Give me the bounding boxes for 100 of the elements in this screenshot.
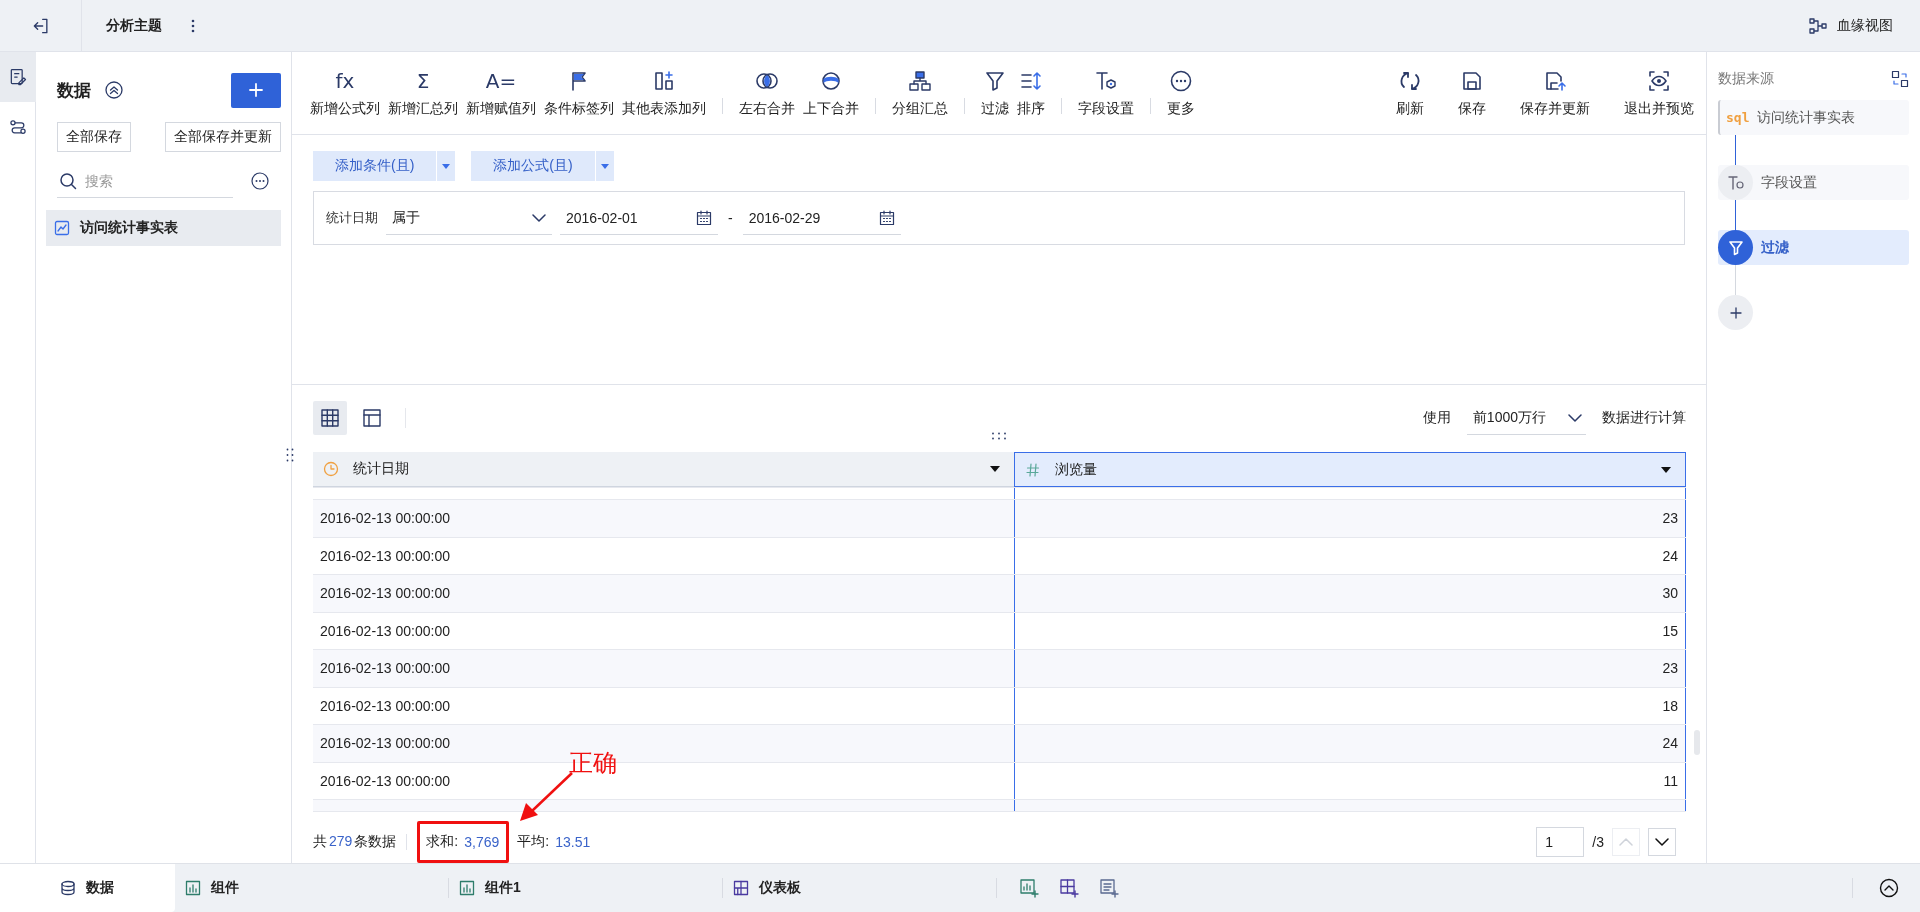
more-icon [251,172,269,190]
bar-chart-icon [185,880,201,896]
drag-handle-icon [992,432,1006,440]
step-item[interactable]: sql 访问统计事实表 [1718,100,1909,135]
table-cell: 30 [1662,585,1678,602]
rail-tab[interactable] [0,52,36,102]
double-chevron-up-icon [105,81,123,99]
toolbar-button[interactable]: 其他表添加列 [618,68,710,118]
toolbar-button[interactable]: 刷新 [1392,68,1428,118]
chevron-down-icon [1655,838,1669,846]
step-item[interactable]: 字段设置 [1718,165,1909,200]
save-all-button[interactable]: 全部保存 [57,122,131,152]
scrollbar-thumb[interactable] [1694,730,1700,755]
toolbar-button[interactable]: 过滤 [977,68,1013,118]
add-button[interactable] [231,72,281,108]
panel-title: 数据来源 [1718,70,1774,88]
table-cell: 11 [1663,772,1678,789]
preview-eye-icon [1647,68,1671,93]
table-list-item[interactable]: 访问统计事实表 [46,210,281,246]
panel-title: 数据 [57,79,91,102]
table-cell: 24 [1662,547,1678,564]
column-header[interactable]: 统计日期 [313,452,1014,487]
search-field[interactable]: 搜索 [85,172,231,189]
toolbar-button[interactable]: 退出并预览 [1620,68,1698,118]
more-icon [1169,68,1193,93]
columns-plus-icon [652,68,676,93]
more-button[interactable] [251,172,269,190]
add-report-button[interactable] [1099,878,1119,898]
page-input[interactable]: 1 [1536,827,1585,857]
dropdown-button[interactable] [437,151,456,181]
add-dashboard-button[interactable] [1059,878,1079,898]
row-limit-label: 数据进行计算 [1602,409,1686,427]
swap-icon [1891,70,1909,88]
lineage-icon [1809,17,1827,34]
table-cell: 2016-02-13 00:00:00 [320,697,450,714]
toolbar-button[interactable]: 保存 [1454,68,1490,118]
bottom-tab[interactable]: 组件 [175,864,449,912]
collapse-button[interactable] [105,81,123,99]
table-cell: 2016-02-13 00:00:00 [320,510,450,527]
row-limit-select[interactable]: 前1000万行 [1466,401,1586,435]
bottom-tab[interactable]: 数据 [0,864,175,912]
hierarchy-icon [908,68,932,93]
database-icon [60,880,76,896]
toolbar-button[interactable]: Σ 新增汇总列 [384,68,462,118]
expand-button[interactable] [1879,878,1899,898]
toolbar-button[interactable]: 排序 [1013,68,1049,118]
step-item[interactable]: 过滤 [1718,230,1909,265]
table-cell: 23 [1662,660,1678,677]
toolbar-button[interactable]: 上下合并 [799,68,863,118]
toolbar-button[interactable]: A= 新增赋值列 [462,68,540,118]
table-cell: 15 [1662,622,1678,639]
switch-button[interactable] [1891,70,1909,88]
operator-select[interactable]: 属于 [386,201,552,235]
annotation-label: 正确 [569,748,617,778]
caret-icon [442,163,451,169]
grid-icon [320,408,340,428]
lineage-view-link[interactable]: 血缘视图 [1809,16,1893,35]
table-cell: 2016-02-13 00:00:00 [320,547,450,564]
page-total: /3 [1592,834,1604,850]
average-label: 平均: [517,833,550,851]
bottom-tab[interactable]: 组件1 [449,864,723,912]
chevron-down-icon [1568,413,1582,422]
annotation-arrow [518,771,574,823]
toolbar-button[interactable]: 左右合并 [735,68,799,118]
caret-icon [600,163,609,169]
dropdown-button[interactable] [595,151,614,181]
plus-icon [1729,306,1742,319]
chevron-up-circle-icon [1879,878,1899,898]
view-mode-button[interactable] [313,401,347,435]
date-field[interactable]: 2016-02-29 [748,209,879,226]
layout-icon [362,408,382,428]
add-condition-button[interactable]: 添加条件(且) [313,151,437,181]
hash-icon [1025,461,1041,478]
sum-value: 3,769 [464,834,500,850]
add-condition-button[interactable]: 添加公式(且) [471,151,595,181]
toolbar-button[interactable]: 字段设置 [1074,68,1138,118]
table-cell: 24 [1662,735,1678,752]
toolbar-button[interactable]: fx 新增公式列 [306,68,384,118]
chevron-down-icon [532,213,546,222]
date-field[interactable]: 2016-02-01 [566,209,696,226]
toolbar-button[interactable]: 保存并更新 [1516,68,1594,118]
table-cell: 18 [1662,697,1678,714]
dashboard-icon [733,880,749,896]
next-page-button[interactable] [1648,828,1676,856]
table-cell: 2016-02-13 00:00:00 [320,622,450,639]
row-count-text: 共279条数据 [313,833,397,851]
clock-icon [323,461,339,477]
toolbar-button[interactable]: 条件标签列 [540,68,618,118]
bar-chart-icon [459,880,475,896]
table-cell: 2016-02-13 00:00:00 [320,585,450,602]
save-all-button[interactable]: 全部保存并更新 [165,122,281,152]
column-header[interactable]: 浏览量 [1014,452,1686,487]
bottom-tab[interactable]: 仪表板 [723,864,997,912]
toolbar-button[interactable]: 更多 [1163,68,1199,118]
add-step-button[interactable] [1718,295,1753,330]
page-title: 分析主题 [106,16,162,35]
toolbar-button[interactable]: 分组汇总 [888,68,952,118]
field-label: 统计日期 [326,209,378,227]
add-chart-button[interactable] [1019,878,1039,898]
add-dashboard-icon [1059,878,1079,898]
